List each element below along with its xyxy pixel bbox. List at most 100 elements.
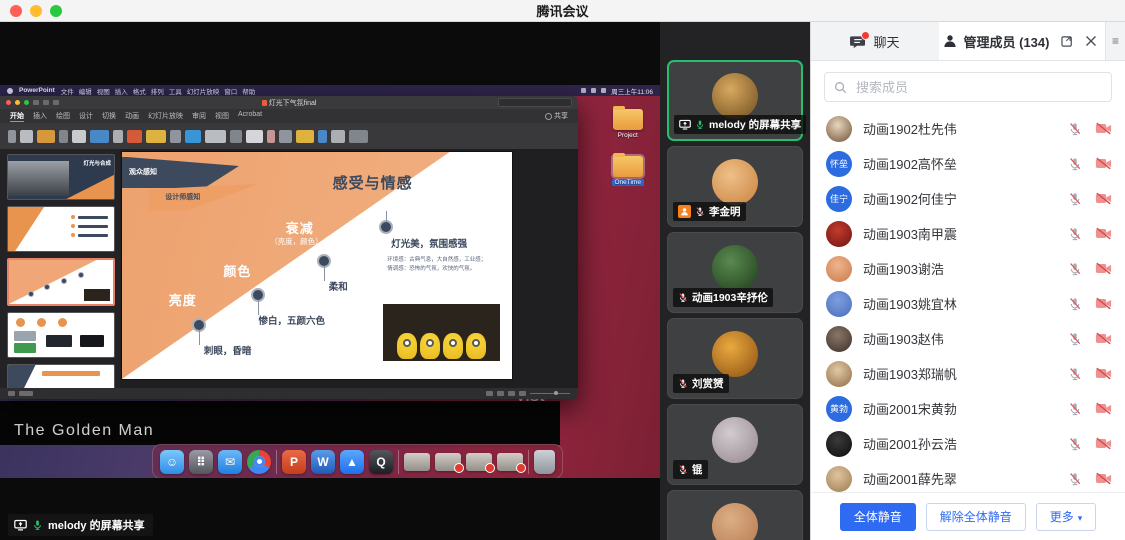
toolbar-icon[interactable] [113, 130, 123, 143]
toolbar-icon[interactable] [296, 130, 314, 143]
minimized-window[interactable] [435, 453, 461, 471]
video-tile[interactable]: 刘赏赟 [667, 318, 803, 399]
video-tile[interactable]: 李金明 [667, 146, 803, 227]
trash-icon[interactable] [534, 450, 555, 474]
toolbar-icon[interactable] [20, 130, 33, 143]
word-icon[interactable]: W [311, 450, 335, 474]
mic-muted-icon[interactable] [1068, 192, 1082, 206]
reading-view-icon[interactable] [508, 391, 515, 396]
toolbar-icon[interactable] [246, 130, 263, 143]
camera-off-icon[interactable] [1095, 472, 1112, 485]
minimized-window[interactable] [466, 453, 492, 471]
ribbon-tab[interactable]: Acrobat [238, 111, 262, 122]
video-tile[interactable] [667, 490, 803, 540]
ribbon-tab[interactable]: 审阅 [192, 111, 206, 122]
member-row[interactable]: 黄勃 动画2001宋黄勃 [826, 391, 1112, 426]
mic-muted-icon[interactable] [1068, 332, 1082, 346]
video-tile[interactable]: 锟 [667, 404, 803, 485]
menu-item[interactable]: 工具 [169, 86, 182, 96]
ribbon-tab[interactable]: 动画 [125, 111, 139, 122]
video-tile[interactable]: melody 的屏幕共享 [667, 60, 803, 141]
member-row[interactable]: 动画2001薛先翠 [826, 461, 1112, 492]
normal-view-icon[interactable] [486, 391, 493, 396]
launchpad-icon[interactable]: ⠿ [189, 450, 213, 474]
member-row[interactable]: 动画1903姚宜林 [826, 286, 1112, 321]
desktop-folder-onetime[interactable]: OneTime [612, 156, 645, 186]
member-list[interactable]: 动画1902杜先伟 怀垒 动画1902高怀垒 佳宁 动画1902何佳宁 [811, 109, 1125, 492]
quicktime-icon[interactable]: Q [369, 450, 393, 474]
toolbar-icon[interactable] [59, 130, 68, 143]
member-row[interactable]: 动画1903南甲震 [826, 216, 1112, 251]
slideshow-view-icon[interactable] [519, 391, 526, 396]
close-panel-icon[interactable] [1085, 35, 1097, 47]
ppt-search-box[interactable] [498, 98, 572, 107]
menu-item[interactable]: 排列 [151, 86, 164, 96]
ribbon-tab[interactable]: 设计 [79, 111, 93, 122]
tab-chat[interactable]: 聊天 [811, 22, 939, 60]
unmute-all-button[interactable]: 解除全体静音 [926, 503, 1026, 531]
close-window-button[interactable] [10, 5, 22, 17]
ribbon-tab[interactable]: 插入 [33, 111, 47, 122]
mic-muted-icon[interactable] [1068, 262, 1082, 276]
mic-muted-icon[interactable] [1068, 367, 1082, 381]
toolbar-icon[interactable] [8, 130, 16, 143]
zoom-slider[interactable] [530, 393, 570, 394]
menu-item[interactable]: 编辑 [79, 86, 92, 96]
mic-muted-icon[interactable] [1068, 437, 1082, 451]
camera-off-icon[interactable] [1095, 192, 1112, 205]
apple-menu-icon[interactable] [7, 88, 13, 94]
toolbar-icon[interactable] [146, 130, 166, 143]
camera-off-icon[interactable] [1095, 122, 1112, 135]
menu-item[interactable]: 帮助 [242, 86, 255, 96]
video-tile[interactable]: 动画1903辛抒伦 [667, 232, 803, 313]
menu-item[interactable]: 插入 [115, 86, 128, 96]
slide-thumbnail-5[interactable] [7, 364, 115, 388]
toolbar-icon[interactable] [127, 130, 142, 143]
toolbar-icon[interactable] [349, 130, 368, 143]
toolbar-icon[interactable] [331, 130, 345, 143]
toolbar-icon[interactable] [185, 130, 201, 143]
member-row[interactable]: 怀垒 动画1902高怀垒 [826, 146, 1112, 181]
camera-off-icon[interactable] [1095, 402, 1112, 415]
ribbon-tab[interactable]: 幻灯片放映 [148, 111, 183, 122]
menu-item[interactable]: 文件 [61, 86, 74, 96]
slide-thumbnail-3-selected[interactable] [7, 258, 115, 306]
slide-thumbnail-4[interactable] [7, 312, 115, 358]
mic-muted-icon[interactable] [1068, 157, 1082, 171]
menu-item[interactable]: 视图 [97, 86, 110, 96]
menu-item[interactable]: 幻灯片放映 [187, 86, 220, 96]
menu-item[interactable]: 格式 [133, 86, 146, 96]
camera-off-icon[interactable] [1095, 297, 1112, 310]
camera-off-icon[interactable] [1095, 367, 1112, 380]
desktop-folder-project[interactable]: Project [613, 109, 643, 139]
slide-thumbnail-1[interactable]: 灯光与合成 [7, 154, 115, 200]
search-input[interactable] [854, 79, 1102, 96]
ppt-share-button[interactable]: 共享 [545, 111, 568, 121]
finder-icon[interactable]: ☺ [160, 450, 184, 474]
current-slide[interactable]: 观众感知 设计师感知 感受与情感 亮度 刺眼，昏暗 颜色 惨白，五颜六色 衰减 … [122, 152, 512, 379]
toolbar-icon[interactable] [170, 130, 181, 143]
mail-icon[interactable]: ✉ [218, 450, 242, 474]
minimized-window[interactable] [404, 453, 430, 471]
popout-panel-icon[interactable] [1061, 35, 1075, 48]
mic-muted-icon[interactable] [1068, 227, 1082, 241]
camera-off-icon[interactable] [1095, 332, 1112, 345]
toolbar-icon[interactable] [37, 130, 55, 143]
camera-off-icon[interactable] [1095, 437, 1112, 450]
sorter-view-icon[interactable] [497, 391, 504, 396]
panel-menu-rail[interactable]: ≡ [1105, 22, 1125, 60]
ribbon-tab[interactable]: 视图 [215, 111, 229, 122]
mic-muted-icon[interactable] [1068, 122, 1082, 136]
toolbar-icon[interactable] [267, 130, 275, 143]
member-row[interactable]: 佳宁 动画1902何佳宁 [826, 181, 1112, 216]
slide-thumbnail-2[interactable] [7, 206, 115, 252]
powerpoint-icon[interactable]: P [282, 450, 306, 474]
toolbar-icon[interactable] [90, 130, 109, 143]
member-row[interactable]: 动画1903郑瑞帆 [826, 356, 1112, 391]
toolbar-icon[interactable] [72, 130, 86, 143]
ribbon-tab[interactable]: 开始 [10, 111, 24, 122]
minimize-window-button[interactable] [30, 5, 42, 17]
member-row[interactable]: 动画1902杜先伟 [826, 111, 1112, 146]
tab-manage-members[interactable]: 管理成员 (134) [939, 22, 1105, 60]
mic-muted-icon[interactable] [1068, 402, 1082, 416]
